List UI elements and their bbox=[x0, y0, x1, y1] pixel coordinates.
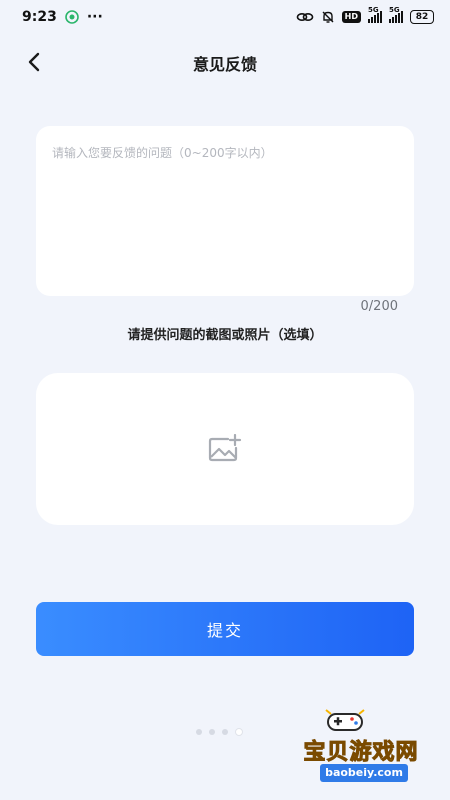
signal-label-2: 5G bbox=[389, 6, 400, 14]
watermark: 宝贝游戏网 baobeiy.com bbox=[286, 706, 436, 788]
upload-image-button[interactable] bbox=[36, 373, 414, 525]
mute-bell-icon bbox=[321, 10, 335, 24]
add-image-icon bbox=[208, 434, 242, 462]
battery-icon: 82 bbox=[410, 10, 434, 24]
status-left: 9:23 ··· bbox=[22, 9, 103, 25]
submit-button[interactable]: 提交 bbox=[36, 602, 414, 656]
page-title: 意见反馈 bbox=[192, 55, 257, 74]
page-dot bbox=[222, 729, 228, 735]
watermark-url: baobeiy.com bbox=[320, 764, 408, 782]
status-more-dots: ··· bbox=[86, 9, 103, 25]
page-dot-active bbox=[235, 728, 243, 736]
watermark-title: 宝贝游戏网 bbox=[303, 740, 419, 766]
gamepad-logo-icon bbox=[325, 709, 365, 731]
signal-icon: 5G bbox=[368, 7, 382, 23]
signal-icon-2: 5G bbox=[389, 7, 403, 23]
app-notification-icon bbox=[65, 10, 79, 24]
feedback-box bbox=[36, 126, 414, 296]
char-count: 0/200 bbox=[360, 299, 398, 314]
status-time: 9:23 bbox=[22, 9, 57, 25]
hd-badge: HD bbox=[341, 11, 361, 23]
upload-label: 请提供问题的截图或照片（选填） bbox=[127, 328, 323, 343]
page-dot bbox=[196, 729, 202, 735]
link-icon bbox=[296, 11, 314, 23]
nav-bar: 意见反馈 bbox=[0, 40, 450, 84]
page-dot bbox=[209, 729, 215, 735]
feedback-input[interactable] bbox=[52, 144, 398, 284]
page-indicator bbox=[196, 728, 243, 736]
signal-label: 5G bbox=[368, 6, 379, 14]
status-bar: 9:23 ··· HD 5G 5G 82 bbox=[0, 0, 450, 34]
status-right: HD 5G 5G 82 bbox=[296, 7, 434, 24]
